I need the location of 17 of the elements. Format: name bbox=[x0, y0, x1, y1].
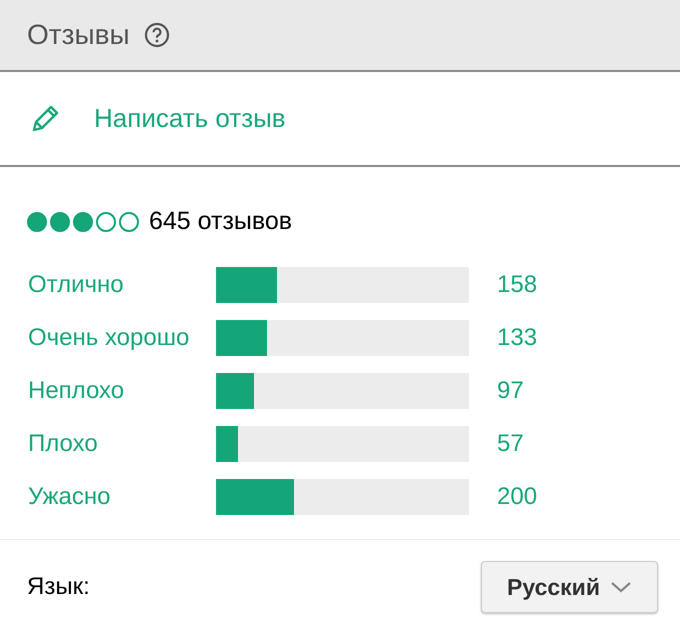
rating-label[interactable]: Очень хорошо bbox=[28, 324, 216, 352]
rating-label[interactable]: Плохо bbox=[28, 430, 216, 458]
rating-label[interactable]: Отлично bbox=[28, 270, 216, 298]
help-icon[interactable] bbox=[144, 22, 170, 48]
rating-count[interactable]: 97 bbox=[497, 376, 524, 404]
section-title: Отзывы bbox=[27, 19, 130, 51]
rating-label[interactable]: Неплохо bbox=[28, 376, 216, 404]
rating-count[interactable]: 200 bbox=[497, 482, 538, 510]
language-label: Язык: bbox=[27, 573, 90, 601]
rating-count[interactable]: 133 bbox=[497, 324, 538, 352]
review-count: 645 отзывов bbox=[149, 207, 292, 236]
language-dropdown[interactable]: Русский bbox=[481, 561, 658, 613]
rating-count[interactable]: 57 bbox=[497, 430, 524, 458]
chevron-down-icon bbox=[610, 580, 632, 594]
rating-label[interactable]: Ужасно bbox=[28, 482, 216, 510]
write-review-link[interactable]: Написать отзыв bbox=[94, 103, 286, 134]
rating-count[interactable]: 158 bbox=[497, 270, 538, 298]
